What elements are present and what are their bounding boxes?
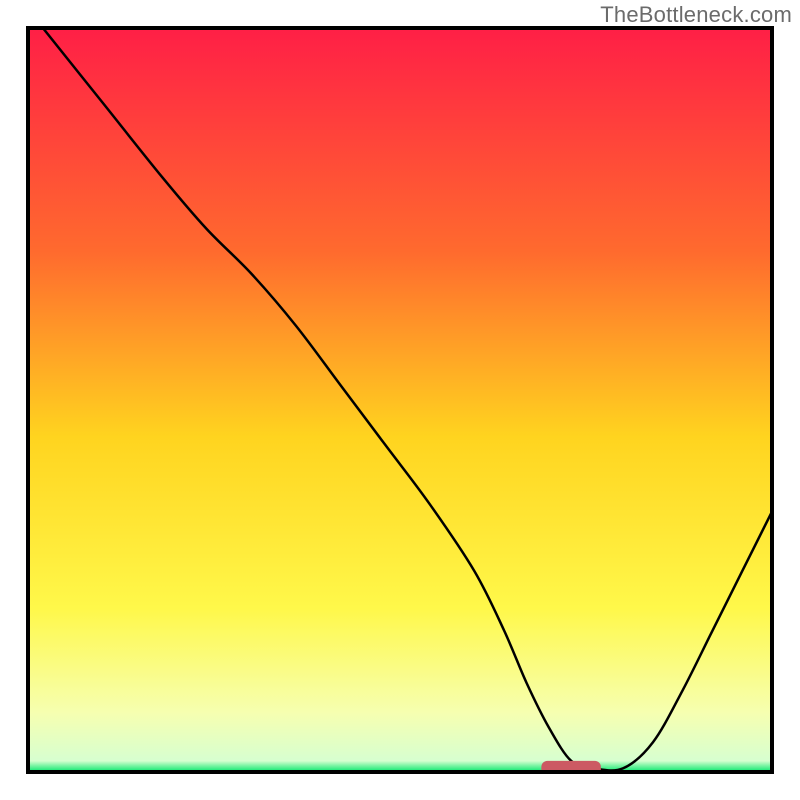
chart-root: { "watermark": "TheBottleneck.com", "cha… [0,0,800,800]
bottleneck-chart [0,0,800,800]
plot-background [28,28,772,772]
